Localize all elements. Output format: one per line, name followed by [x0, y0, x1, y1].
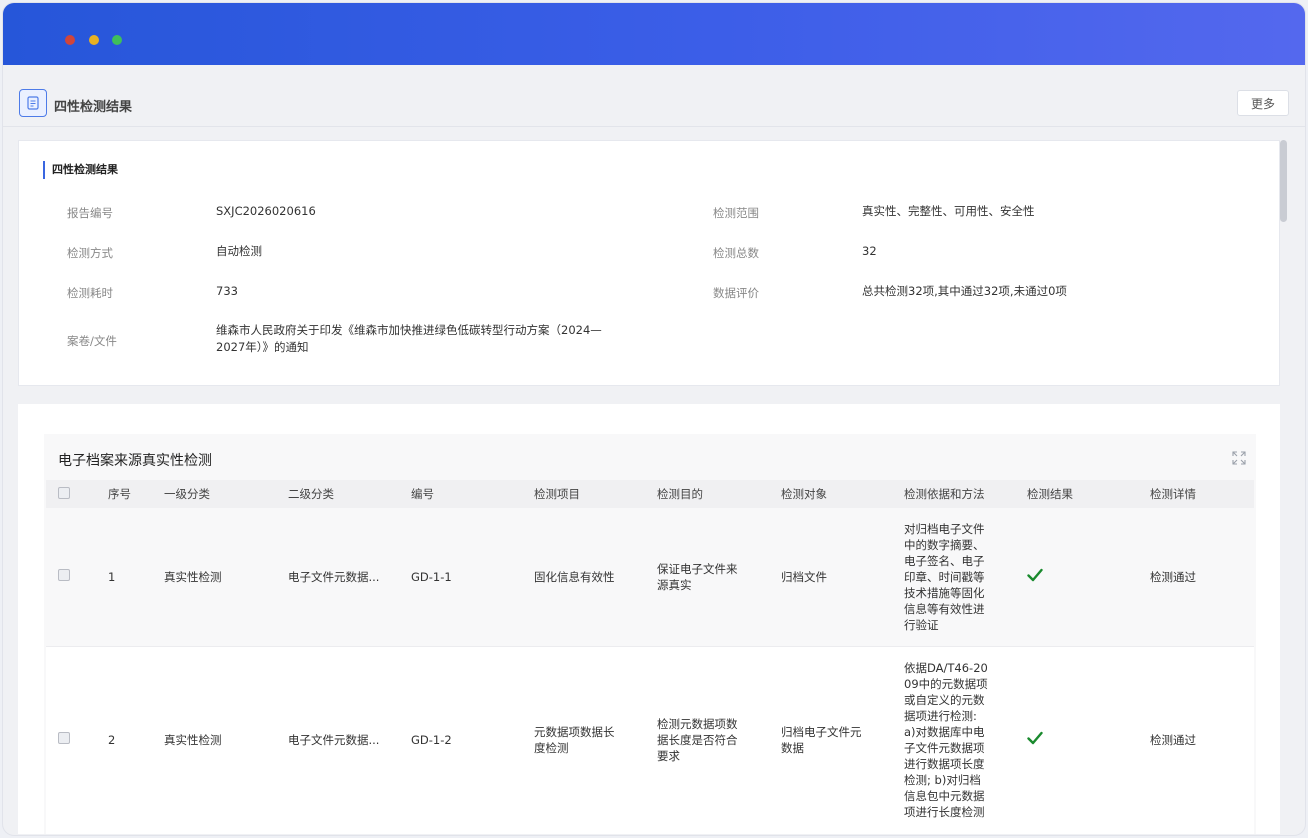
- field-label-report-no: 报告编号: [67, 206, 113, 220]
- field-label-scope: 检测范围: [713, 206, 759, 220]
- field-label-duration: 检测耗时: [67, 286, 113, 300]
- row-checkbox[interactable]: [58, 568, 70, 581]
- column-header[interactable]: 二级分类: [282, 480, 405, 508]
- maximize-window-button[interactable]: [112, 35, 122, 45]
- cell-method-text: 依据DA/T46-2009中的元数据项或自定义的元数据项进行检测: a)对数据库…: [904, 661, 988, 819]
- close-window-button[interactable]: [65, 35, 75, 45]
- table-panel: 电子档案来源真实性检测 序号 一级分类 二级分类 编号 检测项目 检测目的 检测…: [44, 434, 1256, 834]
- cell-item: 固化信息有效性: [528, 508, 651, 647]
- page-title: 四性检测结果: [54, 100, 133, 115]
- cell-level1: 真实性检测: [158, 646, 282, 834]
- cell-purpose: 检测元数据项数据长度是否符合要求: [651, 646, 775, 834]
- cell-item-text: 固化信息有效性: [534, 569, 615, 584]
- field-value-total: 32: [862, 244, 877, 258]
- cell-level2: 电子文件元数据...: [282, 646, 405, 834]
- column-header[interactable]: 一级分类: [158, 480, 282, 508]
- field-value-method: 自动检测: [216, 244, 262, 258]
- table-header-row: 序号 一级分类 二级分类 编号 检测项目 检测目的 检测对象 检测依据和方法 检…: [46, 480, 1254, 508]
- window-titlebar: [3, 3, 1305, 65]
- field-label-total: 检测总数: [713, 246, 759, 260]
- cell-purpose-text: 检测元数据项数据长度是否符合要求: [657, 717, 738, 763]
- field-value-file: 维森市人民政府关于印发《维森市加快推进绿色低碳转型行动方案（2024—2027年…: [216, 323, 602, 354]
- field-label-method: 检测方式: [67, 246, 113, 260]
- row-select-cell: [46, 508, 102, 647]
- info-card: 四性检测结果 报告编号 SXJC2026020616 检测范围 真实性、完整性、…: [18, 140, 1280, 386]
- cell-method-text: 对归档电子文件中的数字摘要、电子签名、电子印章、时间戳等技术措施等固化信息等有效…: [904, 521, 985, 632]
- column-header[interactable]: 检测依据和方法: [898, 480, 1021, 508]
- cell-method: 对归档电子文件中的数字摘要、电子签名、电子印章、时间戳等技术措施等固化信息等有效…: [898, 508, 1021, 647]
- results-table: 序号 一级分类 二级分类 编号 检测项目 检测目的 检测对象 检测依据和方法 检…: [46, 480, 1254, 834]
- field-value-report-no: SXJC2026020616: [216, 204, 316, 218]
- cell-detail[interactable]: 检测通过: [1144, 508, 1254, 647]
- table-title: 电子档案来源真实性检测: [58, 453, 212, 469]
- document-icon: [19, 89, 47, 117]
- column-header[interactable]: 检测目的: [651, 480, 775, 508]
- cell-object: 归档电子文件元数据: [775, 646, 898, 834]
- field-label-file: 案卷/文件: [67, 334, 117, 348]
- more-button[interactable]: 更多: [1237, 90, 1289, 116]
- cell-result: [1021, 508, 1144, 647]
- cell-purpose-text: 保证电子文件来源真实: [657, 561, 738, 592]
- field-label-evaluation: 数据评价: [713, 286, 759, 300]
- cell-object-text: 归档电子文件元数据: [781, 725, 862, 755]
- cell-item-text: 元数据项数据长度检测: [534, 725, 615, 755]
- page-header: 四性检测结果 更多: [3, 65, 1305, 127]
- cell-code: GD-1-2: [405, 646, 528, 834]
- select-all-checkbox[interactable]: [58, 486, 70, 499]
- cell-level1: 真实性检测: [158, 508, 282, 647]
- cell-method: 依据DA/T46-2009中的元数据项或自定义的元数据项进行检测: a)对数据库…: [898, 646, 1021, 834]
- table-card: 电子档案来源真实性检测 序号 一级分类 二级分类 编号 检测项目 检测目的 检测…: [18, 404, 1280, 834]
- check-icon: [1027, 731, 1043, 748]
- expand-icon[interactable]: [1232, 451, 1246, 465]
- select-all-cell: [46, 480, 102, 508]
- cell-level2: 电子文件元数据...: [282, 508, 405, 647]
- column-header[interactable]: 编号: [405, 480, 528, 508]
- cell-item: 元数据项数据长度检测: [528, 646, 651, 834]
- cell-detail[interactable]: 检测通过: [1144, 646, 1254, 834]
- vertical-scrollbar[interactable]: [1280, 140, 1287, 222]
- column-header[interactable]: 检测结果: [1021, 480, 1144, 508]
- column-header[interactable]: 检测详情: [1144, 480, 1254, 508]
- cell-object: 归档文件: [775, 508, 898, 647]
- row-select-cell: [46, 646, 102, 834]
- cell-code: GD-1-1: [405, 508, 528, 647]
- check-icon: [1027, 568, 1043, 585]
- cell-index: 1: [102, 508, 158, 647]
- section-title: 四性检测结果: [43, 161, 118, 179]
- cell-result: [1021, 646, 1144, 834]
- field-value-duration: 733: [216, 284, 238, 298]
- field-value-evaluation: 总共检测32项,其中通过32项,未通过0项: [862, 284, 1067, 298]
- cell-purpose: 保证电子文件来源真实: [651, 508, 775, 647]
- divider: [18, 386, 1280, 404]
- column-header[interactable]: 检测项目: [528, 480, 651, 508]
- table-row[interactable]: 2 真实性检测 电子文件元数据... GD-1-2 元数据项数据长度检测 检测元…: [46, 646, 1254, 834]
- column-header[interactable]: 检测对象: [775, 480, 898, 508]
- minimize-window-button[interactable]: [89, 35, 99, 45]
- row-checkbox[interactable]: [58, 732, 70, 744]
- table-row[interactable]: 1 真实性检测 电子文件元数据... GD-1-1 固化信息有效性 保证电子文件…: [46, 508, 1254, 647]
- column-header[interactable]: 序号: [102, 480, 158, 508]
- field-value-scope: 真实性、完整性、可用性、安全性: [862, 204, 1035, 218]
- cell-index: 2: [102, 646, 158, 834]
